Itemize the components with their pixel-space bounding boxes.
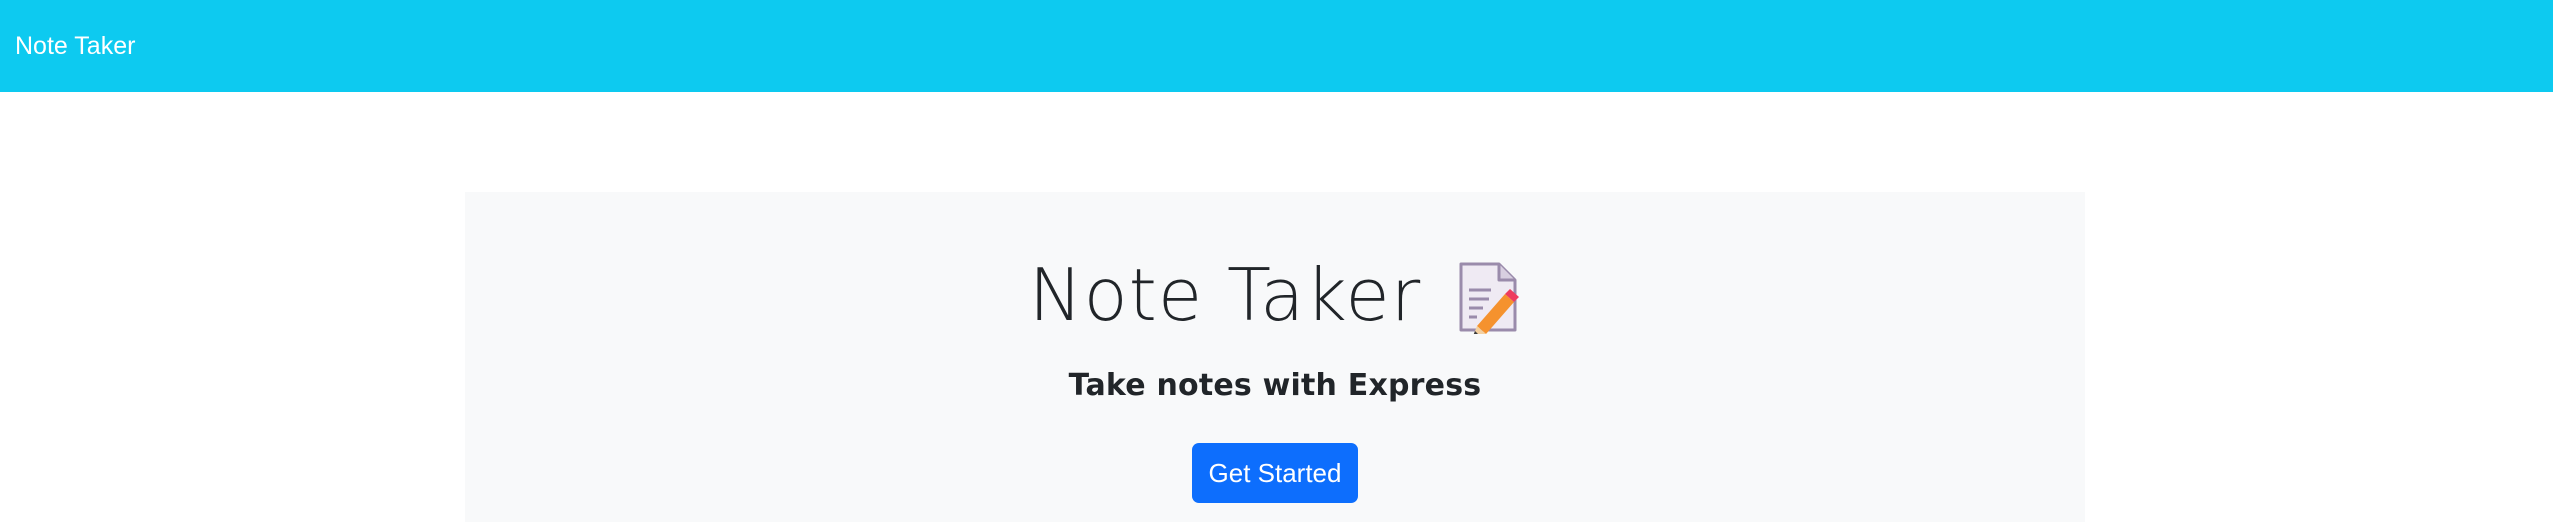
get-started-button[interactable]: Get Started — [1192, 443, 1358, 503]
hero-section: Note Taker Take notes with Express Get S… — [465, 192, 2085, 522]
hero-title-row: Note Taker — [465, 250, 2085, 340]
hero-subtitle: Take notes with Express — [1068, 368, 1482, 403]
navbar: Note Taker — [0, 0, 2553, 92]
memo-icon — [1457, 260, 1521, 336]
navbar-brand[interactable]: Note Taker — [15, 32, 135, 61]
page-title: Note Taker — [1028, 253, 1422, 337]
